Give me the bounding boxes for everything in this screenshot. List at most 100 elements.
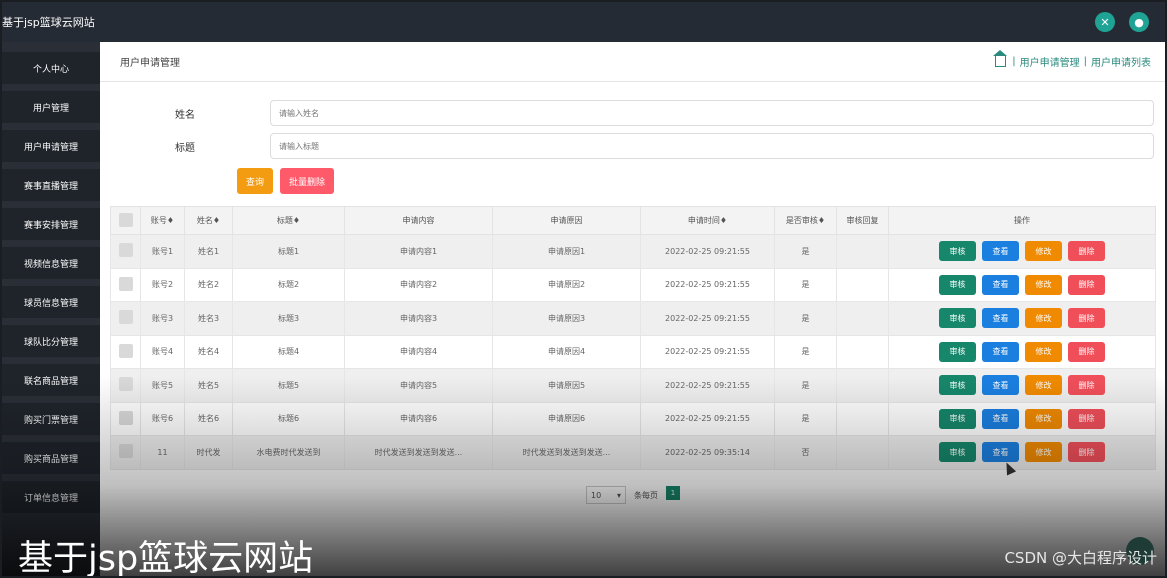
name-label: 姓名: [175, 109, 195, 121]
audit-button[interactable]: 审核: [939, 408, 976, 429]
sidebar-item-orders[interactable]: 订单信息管理: [2, 481, 100, 513]
page-number-current[interactable]: 1: [666, 486, 680, 500]
view-button[interactable]: 查看: [982, 274, 1019, 295]
table-cell: 姓名3: [184, 301, 233, 336]
query-button[interactable]: 查询: [237, 168, 274, 194]
row-actions-cell: 审核 查看 修改 删除: [888, 301, 1156, 336]
sidebar-item-tickets[interactable]: 购买门票管理: [2, 403, 100, 435]
table-cell: 申请内容1: [344, 234, 493, 269]
page-size-select[interactable]: 10 ▾: [586, 486, 626, 504]
sidebar-item-personal-center[interactable]: 个人中心: [2, 52, 100, 84]
row-select-cell[interactable]: [110, 368, 141, 403]
row-checkbox[interactable]: [118, 310, 133, 325]
page-title: 用户申请管理: [120, 58, 180, 69]
title-search-row: 标题: [100, 133, 1154, 159]
table-cell: 账号1: [140, 234, 185, 269]
view-button[interactable]: 查看: [982, 408, 1019, 429]
csdn-watermark: CSDN @大白程序设计: [1004, 549, 1157, 567]
table-cell: 11: [140, 435, 185, 470]
breadcrumb-separator: |: [1012, 56, 1016, 67]
home-icon[interactable]: [993, 50, 1008, 67]
expand-icon[interactable]: ✕: [1095, 12, 1115, 32]
view-button[interactable]: 查看: [982, 241, 1019, 262]
select-all-checkbox[interactable]: [118, 212, 133, 227]
row-select-cell[interactable]: [110, 401, 141, 436]
audit-button[interactable]: 审核: [939, 274, 976, 295]
sidebar-item-co-branded[interactable]: 联名商品管理: [2, 364, 100, 396]
table-cell: 标题2: [232, 267, 345, 302]
row-select-cell[interactable]: [110, 234, 141, 269]
column-header[interactable]: 标题♦: [232, 206, 345, 235]
view-button[interactable]: 查看: [982, 442, 1019, 463]
delete-button[interactable]: 删除: [1068, 341, 1105, 362]
top-navbar: 基于jsp篮球云网站 ✕ ●: [2, 2, 1165, 42]
column-header[interactable]: 是否审核♦: [774, 206, 837, 235]
table-cell: 2022-02-25 09:35:14: [640, 435, 775, 470]
delete-button[interactable]: 删除: [1068, 308, 1105, 329]
view-button[interactable]: 查看: [982, 375, 1019, 396]
table-cell: 是: [774, 267, 837, 302]
edit-button[interactable]: 修改: [1025, 375, 1062, 396]
table-cell: [836, 267, 889, 302]
table-cell: 是: [774, 334, 837, 369]
delete-button[interactable]: 删除: [1068, 442, 1105, 463]
edit-button[interactable]: 修改: [1025, 408, 1062, 429]
sidebar-item-live-broadcast[interactable]: 赛事直播管理: [2, 169, 100, 201]
edit-button[interactable]: 修改: [1025, 241, 1062, 262]
table-cell: 申请原因4: [492, 334, 641, 369]
column-header[interactable]: 姓名♦: [184, 206, 233, 235]
row-checkbox[interactable]: [118, 343, 133, 358]
delete-button[interactable]: 删除: [1068, 375, 1105, 396]
view-button[interactable]: 查看: [982, 341, 1019, 362]
table-cell: 标题6: [232, 401, 345, 436]
audit-button[interactable]: 审核: [939, 341, 976, 362]
audit-button[interactable]: 审核: [939, 442, 976, 463]
name-input[interactable]: [270, 100, 1154, 126]
breadcrumb-item[interactable]: 用户申请管理: [1020, 54, 1080, 69]
sidebar-item-video-info[interactable]: 视频信息管理: [2, 247, 100, 279]
select-all-header[interactable]: [110, 206, 141, 235]
sidebar-item-player-info[interactable]: 球员信息管理: [2, 286, 100, 318]
edit-button[interactable]: 修改: [1025, 442, 1062, 463]
audit-button[interactable]: 审核: [939, 308, 976, 329]
edit-button[interactable]: 修改: [1025, 341, 1062, 362]
table-cell: 姓名2: [184, 267, 233, 302]
table-cell: 申请内容5: [344, 368, 493, 403]
user-icon[interactable]: ●: [1129, 12, 1149, 32]
title-input[interactable]: [270, 133, 1154, 159]
breadcrumb-bar: 用户申请管理 | 用户申请管理 | 用户申请列表: [100, 42, 1165, 82]
edit-button[interactable]: 修改: [1025, 308, 1062, 329]
audit-button[interactable]: 审核: [939, 241, 976, 262]
row-checkbox[interactable]: [118, 276, 133, 291]
breadcrumb-item[interactable]: 用户申请列表: [1091, 54, 1151, 69]
sidebar-item-schedule[interactable]: 赛事安排管理: [2, 208, 100, 240]
view-button[interactable]: 查看: [982, 308, 1019, 329]
row-select-cell[interactable]: [110, 267, 141, 302]
page-size-label: 条每页: [634, 490, 658, 500]
table-cell: 账号4: [140, 334, 185, 369]
column-header[interactable]: 申请时间♦: [640, 206, 775, 235]
sidebar-item-user-application[interactable]: 用户申请管理: [2, 130, 100, 162]
row-select-cell[interactable]: [110, 334, 141, 369]
sidebar-item-team-score[interactable]: 球队比分管理: [2, 325, 100, 357]
table-row: 账号1 姓名1 标题1 申请内容1 申请原因1 2022-02-25 09:21:55 是 审…: [110, 234, 1156, 269]
row-select-cell[interactable]: [110, 301, 141, 336]
row-select-cell[interactable]: [110, 435, 141, 470]
sidebar-item-purchase-goods[interactable]: 购买商品管理: [2, 442, 100, 474]
table-cell: 申请原因3: [492, 301, 641, 336]
delete-button[interactable]: 删除: [1068, 408, 1105, 429]
row-checkbox[interactable]: [118, 444, 133, 459]
delete-button[interactable]: 删除: [1068, 274, 1105, 295]
audit-button[interactable]: 审核: [939, 375, 976, 396]
row-checkbox[interactable]: [118, 377, 133, 392]
breadcrumb-separator: |: [1083, 56, 1087, 67]
row-checkbox[interactable]: [118, 243, 133, 258]
batch-delete-button[interactable]: 批量删除: [280, 168, 335, 194]
column-header: 申请原因: [492, 206, 641, 235]
sidebar-item-user-management[interactable]: 用户管理: [2, 91, 100, 123]
sidebar-item-label: 球队比分管理: [23, 337, 78, 348]
edit-button[interactable]: 修改: [1025, 274, 1062, 295]
delete-button[interactable]: 删除: [1068, 241, 1105, 262]
row-checkbox[interactable]: [118, 410, 133, 425]
column-header[interactable]: 账号♦: [140, 206, 185, 235]
